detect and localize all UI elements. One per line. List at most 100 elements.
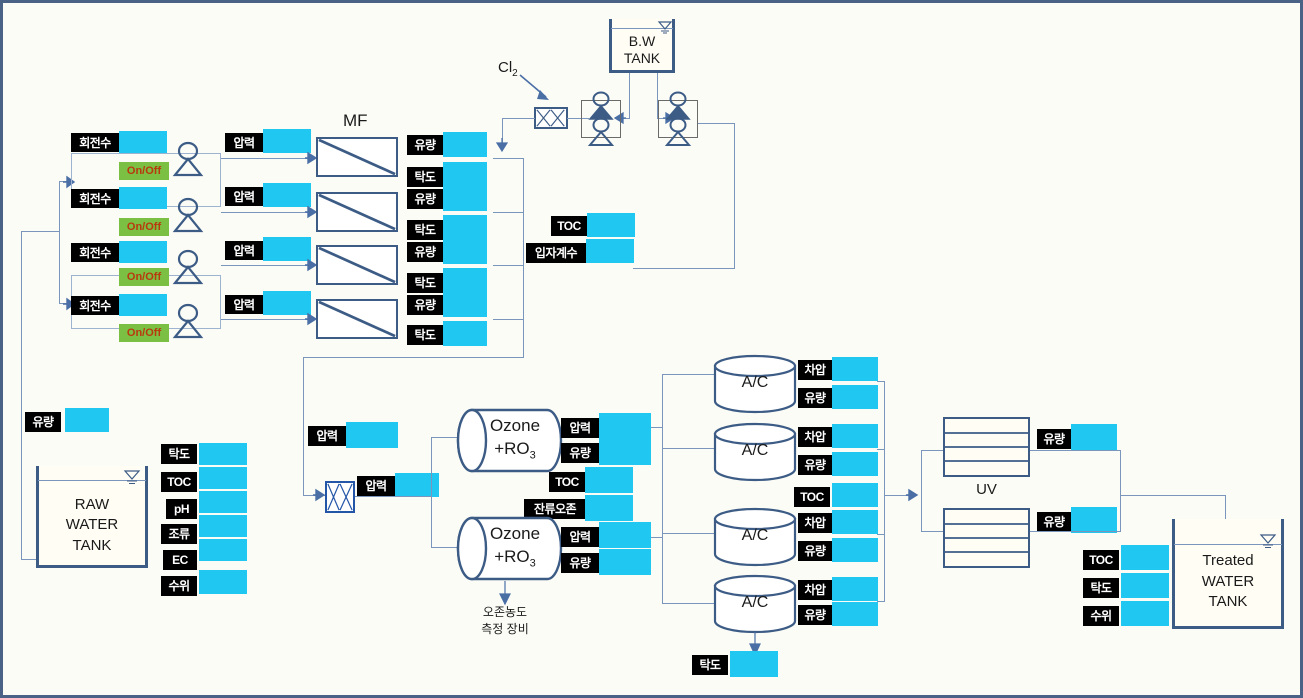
pipe-uv-outlet-header <box>1120 450 1121 531</box>
pump-icon-1[interactable] <box>171 141 205 179</box>
ac4-dp-value[interactable] <box>832 577 878 601</box>
mf1-onoff-toggle[interactable]: On/Off <box>119 162 169 180</box>
uv1-flow-value[interactable] <box>1071 424 1117 450</box>
mf3-rpm-value[interactable] <box>119 241 167 263</box>
mf4-flow-value[interactable] <box>443 292 487 317</box>
arrow-to-uv <box>906 488 919 502</box>
mf4-pressure-value[interactable] <box>263 291 311 315</box>
raw-turbidity-value[interactable] <box>199 443 247 465</box>
treated-level-value[interactable] <box>1121 601 1169 626</box>
mf2-onoff-toggle[interactable]: On/Off <box>119 218 169 236</box>
uv1-flow-label: 유량 <box>1037 429 1071 449</box>
raw-tank-level-symbol-icon <box>123 470 141 484</box>
pipe-mf-permeate-header <box>523 158 524 319</box>
mf4-flow-label: 유량 <box>407 295 443 315</box>
mf1-turbidity-value[interactable] <box>443 162 487 187</box>
pump-icon-2[interactable] <box>171 197 205 235</box>
mf-outlet-particle-value[interactable] <box>586 239 634 263</box>
pipe-mixer1-inlet <box>502 118 535 119</box>
raw-ec-value[interactable] <box>199 539 247 561</box>
pump-icon-4[interactable] <box>171 303 205 341</box>
pipe-ozone-feed-unit1 <box>431 437 459 438</box>
raw-level-label: 수위 <box>161 576 197 596</box>
pipe-raw-to-pumps-top <box>21 231 59 232</box>
mf1-rpm-value[interactable] <box>119 131 167 153</box>
ozone-inlet-pressure-value[interactable] <box>346 422 398 448</box>
ac-toc-label: TOC <box>794 487 830 507</box>
bw-pump-a2-icon[interactable] <box>586 117 616 149</box>
ozone-residual-value[interactable] <box>585 495 633 521</box>
raw-level-value[interactable] <box>199 570 247 594</box>
uv-section-label: UV <box>976 481 997 498</box>
ac1-flow-label: 유량 <box>798 388 832 408</box>
mf2-rpm-value[interactable] <box>119 187 167 209</box>
ac1-dp-value[interactable] <box>832 357 878 381</box>
ozone2-ro-sub: 3 <box>529 557 536 570</box>
bw-tank-label: B.W TANK <box>609 33 675 66</box>
mf2-flow-value[interactable] <box>443 186 487 211</box>
mf2-rpm-label: 회전수 <box>71 189 119 208</box>
bw-tank-level-symbol-icon <box>657 21 673 34</box>
ac2-dp-label: 차압 <box>798 427 832 447</box>
mf-membrane-2 <box>316 192 398 232</box>
mf4-onoff-toggle[interactable]: On/Off <box>119 324 169 342</box>
uv2-flow-value[interactable] <box>1071 507 1117 533</box>
pipe-mf4-inlet <box>221 319 313 320</box>
ozone1-flow-value[interactable] <box>599 439 651 465</box>
ac1-flow-value[interactable] <box>832 385 878 409</box>
bw-pump-b2-icon[interactable] <box>663 117 693 149</box>
pipe-uv-inlet-bottom <box>921 531 943 532</box>
mf3-turbidity-value[interactable] <box>443 268 487 293</box>
ac2-dp-value[interactable] <box>832 424 878 448</box>
ozone2-pressure-value[interactable] <box>599 522 651 548</box>
mf4-turbidity-value[interactable] <box>443 321 487 346</box>
pipe-uv-inlet-top <box>921 450 943 451</box>
mf-outlet-toc-value[interactable] <box>587 213 635 237</box>
mf2-turbidity-value[interactable] <box>443 215 487 240</box>
ac4-flow-value[interactable] <box>832 602 878 626</box>
ozone2-pressure-label: 압력 <box>561 527 599 547</box>
ac4-flow-label: 유량 <box>798 605 832 625</box>
ac3-dp-value[interactable] <box>832 510 878 534</box>
mf4-rpm-value[interactable] <box>119 294 167 316</box>
mf3-flow-value[interactable] <box>443 239 487 264</box>
ozone2-ro-text: +RO <box>494 546 530 566</box>
ac-toc-value[interactable] <box>832 483 878 507</box>
pipe-to-treated-tank <box>1120 495 1226 496</box>
ac3-flow-label: 유량 <box>798 541 832 561</box>
mf3-onoff-toggle[interactable]: On/Off <box>119 268 169 286</box>
pipe-mf3-permeate <box>493 265 524 266</box>
ozone2-line1: Ozone <box>489 524 541 543</box>
pipe-mf3-inlet <box>221 265 313 266</box>
ozone1-pressure-label: 압력 <box>561 418 599 438</box>
ozone-mixer-pressure-value[interactable] <box>395 473 439 497</box>
mf3-pressure-value[interactable] <box>263 237 311 261</box>
treated-toc-value[interactable] <box>1121 545 1169 570</box>
mf1-flow-value[interactable] <box>443 132 487 157</box>
mf2-pressure-value[interactable] <box>263 183 311 207</box>
raw-inlet-flow-value[interactable] <box>65 408 109 432</box>
ac-outlet-turbidity-value[interactable] <box>730 651 778 677</box>
treated-water-tank-label: Treated WATER TANK <box>1172 551 1284 613</box>
ozone2-line2: +RO3 <box>494 546 536 570</box>
ozone-toc-value[interactable] <box>585 467 633 493</box>
mf2-turbidity-label: 탁도 <box>407 220 443 240</box>
pipe-mf1-inlet <box>221 158 313 159</box>
pump-icon-3[interactable] <box>171 249 205 287</box>
treated-turbidity-value[interactable] <box>1121 573 1169 598</box>
ozone2-flow-value[interactable] <box>599 549 651 575</box>
raw-ph-label: pH <box>166 499 197 519</box>
ac3-flow-value[interactable] <box>832 538 878 562</box>
mf1-rpm-label: 회전수 <box>71 133 119 152</box>
raw-toc-value[interactable] <box>199 467 247 489</box>
mf4-rpm-label: 회전수 <box>71 296 119 315</box>
ac2-flow-value[interactable] <box>832 452 878 476</box>
ozone1-pressure-value[interactable] <box>599 413 651 439</box>
raw-algae-value[interactable] <box>199 515 247 537</box>
raw-ph-value[interactable] <box>199 491 247 513</box>
mf2-pressure-label: 압력 <box>225 187 263 206</box>
treated-tank-line1: Treated <box>1202 552 1254 569</box>
ozone-meter-line1: 오존농도 <box>482 605 528 619</box>
mf1-pressure-value[interactable] <box>263 129 311 153</box>
mf2-flow-label: 유량 <box>407 189 443 209</box>
